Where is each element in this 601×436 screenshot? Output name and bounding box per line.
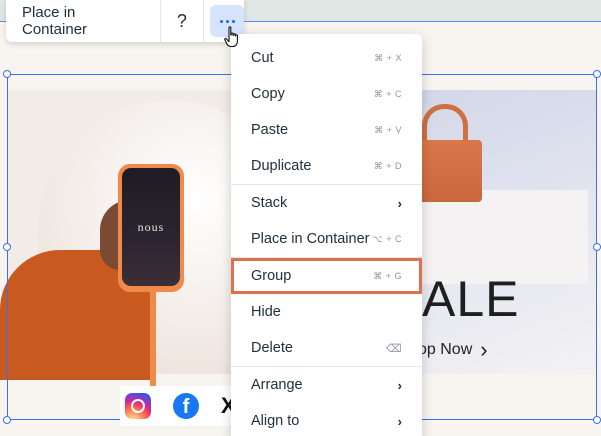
menu-item-group[interactable]: Group ⌘ + G [231,258,422,294]
chevron-right-icon: › [397,377,402,393]
facebook-icon[interactable]: f [173,393,199,419]
backspace-icon: ⌫ [385,342,402,355]
menu-item-label: Group [251,268,292,284]
menu-item-label: Duplicate [251,158,312,174]
resize-handle-top-right[interactable] [593,70,601,78]
menu-item-duplicate[interactable]: Duplicate ⌘ + D [231,148,422,184]
resize-handle-right[interactable] [593,243,601,251]
resize-handle-bottom-right[interactable] [593,416,601,424]
menu-item-label: Paste [251,122,289,138]
shortcut-hint: ⌘ + V [374,124,402,135]
more-dots-icon [231,19,235,23]
menu-item-label: Copy [251,86,285,102]
menu-item-label: Place in Container [251,231,370,247]
menu-item-delete[interactable]: Delete ⌫ [231,330,422,366]
resize-handle-left[interactable] [3,243,11,251]
menu-item-label: Arrange [251,377,303,393]
menu-item-label: Hide [251,304,281,320]
menu-item-hide[interactable]: Hide [231,294,422,330]
menu-item-label: Stack [251,195,288,211]
hand-pointer-icon [224,26,238,48]
resize-handle-bottom-left[interactable] [3,416,11,424]
menu-item-stack[interactable]: Stack › [231,185,422,221]
menu-item-paste[interactable]: Paste ⌘ + V [231,112,422,148]
element-toolbar: Place in Container ? [6,0,244,42]
shortcut-hint: ⌥ + C [372,233,402,244]
more-dots-icon [225,19,229,23]
shortcut-hint: ⌘ + X [374,52,402,63]
menu-item-copy[interactable]: Copy ⌘ + C [231,76,422,112]
menu-item-align-to[interactable]: Align to › [231,403,422,436]
chevron-right-icon: › [397,413,402,429]
menu-item-label: Align to [251,413,300,429]
more-dots-icon [219,19,223,23]
menu-item-label: Cut [251,50,274,66]
help-button[interactable]: ? [161,0,205,42]
shortcut-hint: ⌘ + G [373,270,402,281]
menu-item-cut[interactable]: Cut ⌘ + X [231,40,422,76]
social-bar: f X [120,386,240,426]
shortcut-hint: ⌘ + D [373,160,402,171]
resize-handle-top-left[interactable] [3,70,11,78]
menu-item-arrange[interactable]: Arrange › [231,367,422,403]
shortcut-hint: ⌘ + C [373,88,402,99]
chevron-right-icon: › [397,195,402,211]
context-menu: Cut ⌘ + X Copy ⌘ + C Paste ⌘ + V Duplica… [231,34,422,436]
menu-item-label: Delete [251,340,293,356]
instagram-icon[interactable] [125,393,151,419]
menu-item-place-in-container[interactable]: Place in Container ⌥ + C [231,221,422,257]
place-in-container-button[interactable]: Place in Container [6,0,161,42]
